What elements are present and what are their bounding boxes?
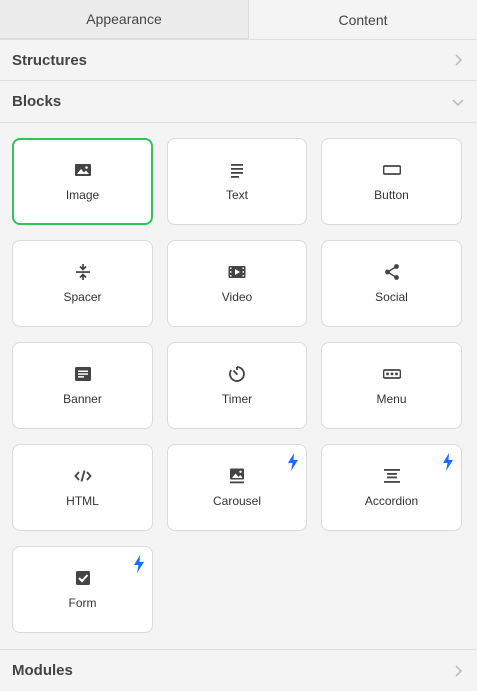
block-label: Accordion [364,493,419,508]
section-modules[interactable]: Modules [0,649,477,691]
accordion-icon [382,466,402,486]
section-title: Blocks [12,93,62,110]
tab-bar: Appearance Content [0,0,477,39]
block-menu[interactable]: Menu [321,342,462,429]
share-icon [382,262,402,282]
tab-appearance[interactable]: Appearance [0,0,249,39]
section-blocks[interactable]: Blocks [0,81,477,123]
button-icon [382,160,402,180]
block-carousel[interactable]: Carousel [167,444,307,531]
block-video[interactable]: Video [167,240,307,327]
lightning-icon [288,453,298,471]
video-icon [227,262,247,282]
checkbox-icon [73,568,93,588]
spacer-icon [73,262,93,282]
block-label: Timer [221,391,253,406]
chevron-right-icon [455,664,463,677]
block-label: Image [65,187,100,202]
menu-icon [382,364,402,384]
code-icon [73,466,93,486]
block-accordion[interactable]: Accordion [321,444,462,531]
block-label: Menu [376,391,407,406]
chevron-down-icon [452,98,464,106]
block-social[interactable]: Social [321,240,462,327]
banner-icon [73,364,93,384]
block-html[interactable]: HTML [12,444,153,531]
block-button[interactable]: Button [321,138,462,225]
block-label: Text [225,187,248,202]
blocks-grid: Image Text Button Spacer Video Social Ba… [12,138,462,633]
block-label: Form [68,595,97,610]
block-label: Banner [63,391,102,406]
section-title: Structures [12,51,88,69]
timer-icon [227,364,247,384]
block-text[interactable]: Text [167,138,307,225]
carousel-icon [227,466,247,486]
block-spacer[interactable]: Spacer [12,240,153,327]
section-structures[interactable]: Structures [0,39,477,81]
text-icon [227,160,247,180]
block-image[interactable]: Image [12,138,153,225]
lightning-icon [443,453,453,471]
block-label: Video [221,289,253,304]
block-form[interactable]: Form [12,546,153,633]
section-title: Modules [12,662,73,679]
image-icon [73,160,93,180]
block-label: Button [374,187,409,202]
block-label: Spacer [63,289,102,304]
lightning-icon [134,555,144,573]
block-label: HTML [66,493,99,508]
block-label: Social [375,289,408,304]
tab-content[interactable]: Content [249,0,477,39]
chevron-right-icon [455,54,463,66]
block-timer[interactable]: Timer [167,342,307,429]
block-banner[interactable]: Banner [12,342,153,429]
block-label: Carousel [212,493,262,508]
